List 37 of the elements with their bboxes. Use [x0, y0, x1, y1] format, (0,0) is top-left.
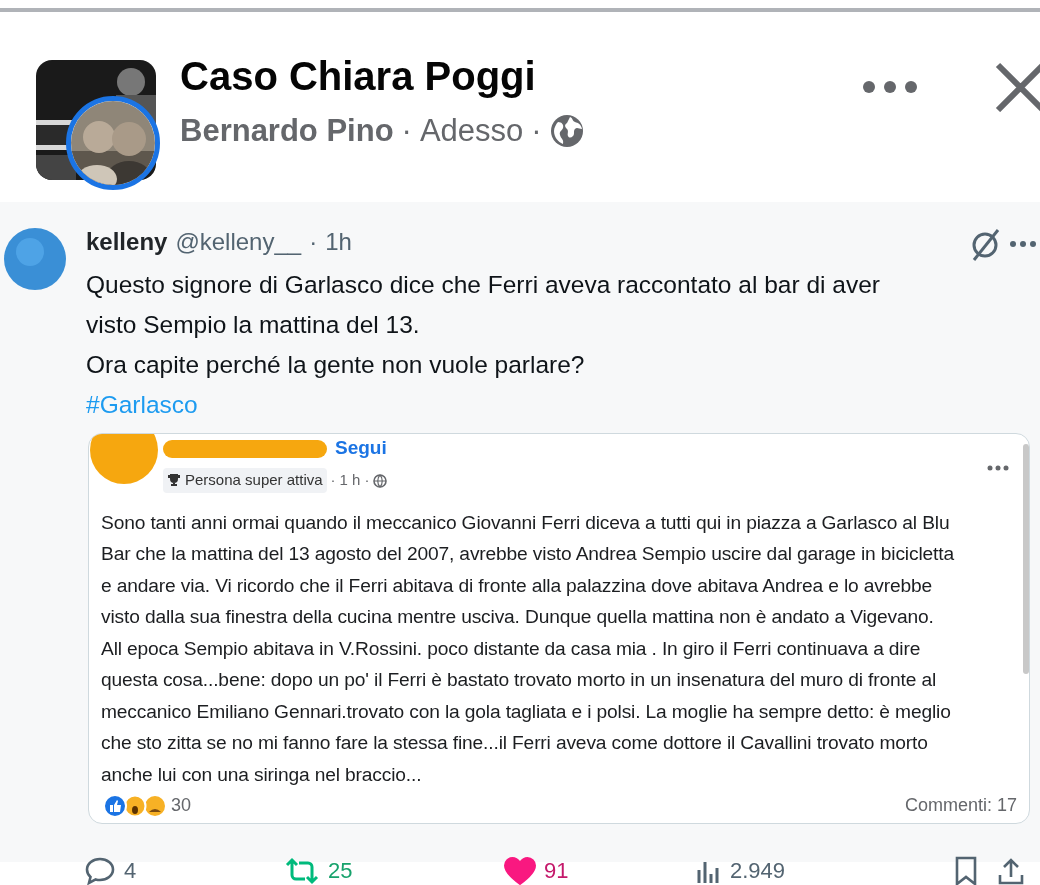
timestamp: 1 h: [339, 470, 361, 491]
trophy-icon: [167, 473, 181, 488]
quoted-post-card[interactable]: [88, 432, 1030, 825]
bookmark-icon[interactable]: [954, 855, 978, 885]
scrollbar[interactable]: [1023, 443, 1029, 674]
author-name[interactable]: Bernardo Pino: [180, 108, 394, 155]
timestamp[interactable]: Adesso: [419, 108, 524, 155]
heart-icon[interactable]: [504, 856, 536, 885]
timestamp: 1h: [325, 227, 352, 258]
separator: ·: [364, 470, 370, 491]
reaction-count: 30: [171, 794, 192, 818]
reaction-icons: [103, 794, 167, 819]
separator: ·: [309, 227, 318, 258]
action-count: 2.949: [730, 857, 786, 885]
comments-count[interactable]: Commenti: 17: [904, 792, 1017, 820]
separator: ·: [401, 112, 412, 150]
handle[interactable]: @kelleny__: [175, 224, 302, 261]
post-text: Sono tanti anni ormai quando il meccanico Giovanni Ferri diceva a tutti qui in piazza a Garlasco al Blu Bar che la mattina del 13 agosto del 2007, avrebbe visto Andrea Sempio uscire dal garage in bicicletta e andare via. Vi ricordo che il Ferri abitava di fronte alla palazzina dove abitava Andrea e lo avrebbe visto dalla sua finestra della cucina mentre usciva. Dunque quella mattina non è andato a Vigevano. All epoca Sempio abitava in V.Rossini. poco distante da casa mia . In giro il Ferri continuava a dire questa cosa...bene: dopo un po' il Ferri è bastato trovato morto in un insenatura del muro di fronte al meccanico Emiliano Gennari.trovato con la gola tagliata e i polsi. La moglie ha sempre detto: è meglio che sto zitta se no mi fanno fare la stessa fine...il Ferri aveva come dottore il Cavallini trovato morto anche lui con una siringa nel braccio...: [100, 510, 955, 787]
globe-icon: [373, 474, 388, 489]
separator: ·: [531, 112, 542, 150]
more-icon[interactable]: [862, 79, 918, 94]
action-count: 25: [328, 857, 353, 885]
follow-link[interactable]: Segui: [335, 433, 387, 463]
badge: Persona super attiva: [163, 468, 327, 493]
avatar[interactable]: [2, 226, 68, 292]
globe-icon: [549, 114, 584, 149]
action-count: 4: [124, 857, 137, 885]
more-icon[interactable]: [1010, 240, 1036, 248]
display-name[interactable]: kelleny: [86, 224, 168, 261]
close-icon[interactable]: [995, 62, 1040, 112]
speech-bubble-icon[interactable]: [84, 855, 116, 885]
tweet-text: Questo signore di Garlasco dice che Ferri aveva raccontato al bar di aver visto Sempio la mattina del 13. Ora capite perché la gente non vuole parlare?: [86, 269, 881, 380]
action-count: 91: [544, 857, 569, 885]
more-icon[interactable]: [987, 465, 1009, 472]
separator: ·: [330, 470, 336, 491]
group-name[interactable]: Caso Chiara Poggi: [180, 54, 584, 98]
share-icon[interactable]: [998, 856, 1024, 885]
